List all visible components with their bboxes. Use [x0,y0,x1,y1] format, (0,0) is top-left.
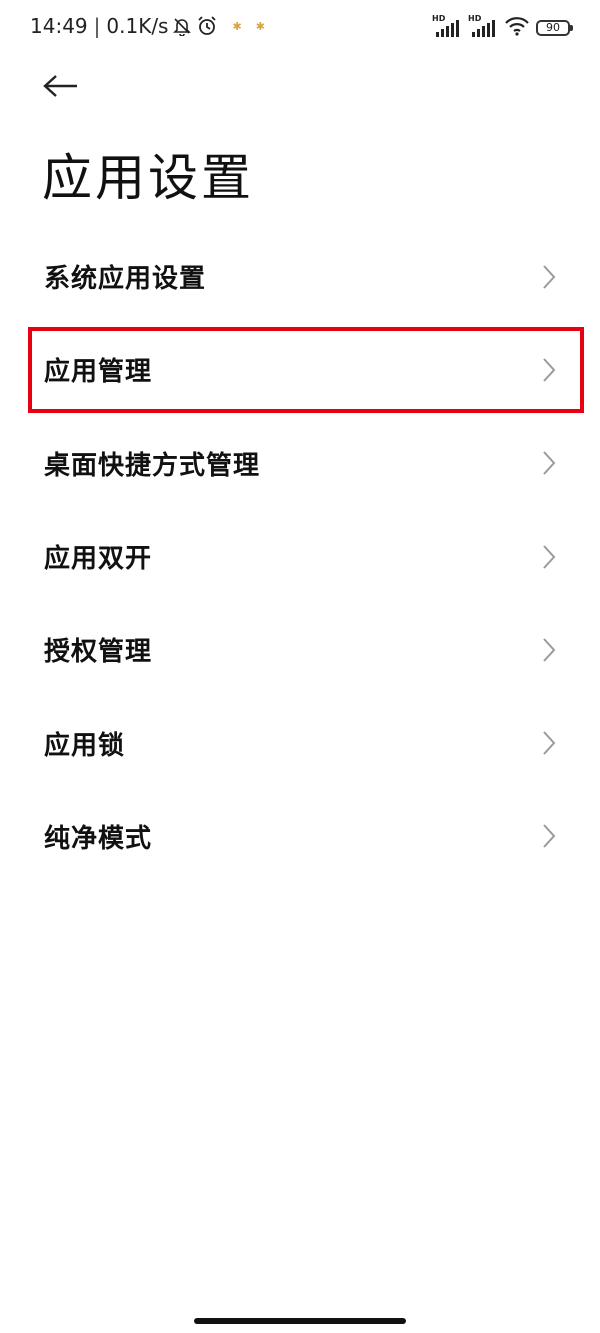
menu-item-permission-management[interactable]: 授权管理 [0,603,600,696]
chevron-right-icon [540,450,558,476]
hd-signal-icon: HD [468,14,498,38]
chevron-right-icon [540,544,558,570]
settings-menu-list: 系统应用设置 应用管理 桌面快捷方式管理 应用双开 授权管理 应用锁 纯净模式 [0,230,600,883]
menu-item-label: 桌面快捷方式管理 [44,450,261,481]
battery-indicator: 90 [536,20,573,36]
status-time: 14:49 [30,14,88,38]
arrow-left-icon [43,74,79,102]
status-bar: 14:49 | 0.1K/s ✱ ✱ HD HD 90 [0,0,600,56]
menu-item-system-app-settings[interactable]: 系统应用设置 [0,230,600,323]
menu-item-label: 应用管理 [44,357,153,388]
menu-item-label: 应用锁 [44,730,126,761]
menu-item-pure-mode[interactable]: 纯净模式 [0,790,600,883]
home-indicator-bar[interactable] [194,1318,406,1324]
menu-item-desktop-shortcut-management[interactable]: 桌面快捷方式管理 [0,417,600,510]
menu-item-app-management[interactable]: 应用管理 [0,323,600,416]
chevron-right-icon [540,823,558,849]
menu-item-dual-apps[interactable]: 应用双开 [0,510,600,603]
menu-item-app-lock[interactable]: 应用锁 [0,696,600,789]
hd-signal-icon: HD [432,14,462,38]
menu-item-label: 系统应用设置 [44,264,207,295]
status-right: HD HD 90 [432,14,573,40]
menu-item-label: 授权管理 [44,637,153,668]
notification-dot-icon: ✱ [255,19,265,33]
chevron-right-icon [540,357,558,383]
notification-dot-icon: ✱ [232,19,242,33]
menu-item-label: 纯净模式 [44,823,153,854]
chevron-right-icon [540,637,558,663]
page-title: 应用设置 [42,149,254,207]
status-separator: | [93,14,101,38]
chevron-right-icon [540,264,558,290]
status-left: 14:49 | 0.1K/s ✱ ✱ [30,14,265,38]
chevron-right-icon [540,730,558,756]
net-speed: 0.1K/s [106,14,169,38]
alarm-icon [196,15,218,37]
back-button[interactable] [36,66,86,110]
menu-item-label: 应用双开 [44,544,153,575]
wifi-icon [504,16,530,40]
bell-muted-icon [172,16,192,36]
